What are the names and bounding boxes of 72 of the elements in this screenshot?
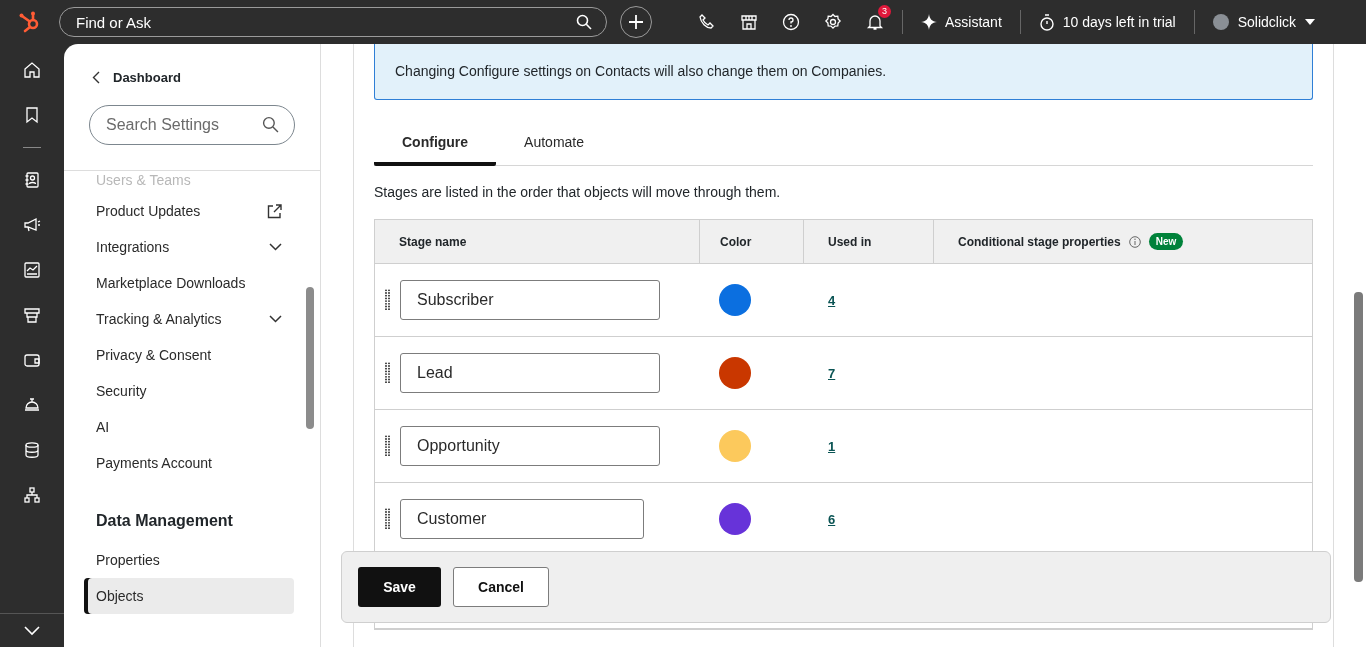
used-in-link[interactable]: 7 [828, 365, 836, 381]
drag-handle-icon[interactable] [385, 435, 390, 457]
store-icon[interactable] [740, 13, 758, 31]
new-badge: New [1148, 233, 1184, 250]
phone-icon[interactable] [698, 13, 716, 31]
chevron-down-icon [269, 315, 282, 323]
report-icon[interactable] [23, 261, 41, 279]
used-in-link[interactable]: 4 [828, 292, 836, 308]
color-swatch[interactable] [719, 357, 751, 389]
sidebar-item[interactable]: Objects [84, 578, 294, 614]
description-text: Stages are listed in the order that objects will move through them. [374, 184, 782, 200]
cancel-button[interactable]: Cancel [453, 567, 549, 607]
stage-name-field[interactable]: Opportunity [400, 426, 660, 466]
drag-handle-icon[interactable] [385, 508, 390, 530]
color-swatch[interactable] [719, 430, 751, 462]
drag-handle-icon[interactable] [385, 289, 390, 311]
contacts-icon[interactable] [23, 171, 41, 189]
save-button[interactable]: Save [358, 567, 441, 607]
chevron-down-icon [269, 243, 282, 251]
plus-icon [628, 14, 644, 30]
database-icon[interactable] [23, 441, 41, 459]
caret-icon [1305, 19, 1315, 25]
notification-count: 3 [878, 5, 891, 18]
stopwatch-icon [1038, 13, 1055, 31]
sidebar-item[interactable]: Integrations [84, 229, 294, 265]
column-header: Stage name [375, 220, 700, 263]
search-field[interactable]: Find or Ask [59, 7, 607, 37]
search-icon [262, 116, 279, 133]
sidebar-item[interactable]: Properties [84, 542, 294, 578]
chevron-down-icon [24, 625, 40, 636]
service-bell-icon[interactable] [23, 396, 41, 414]
section-heading: Data Management [95, 511, 234, 531]
color-swatch[interactable] [719, 503, 751, 535]
stage-name-field[interactable]: Customer [400, 499, 644, 539]
home-icon[interactable] [23, 61, 41, 79]
column-header: Used in [804, 220, 934, 263]
account-menu[interactable]: Solidclick [1212, 14, 1315, 30]
settings-icon[interactable] [824, 13, 842, 31]
tab[interactable]: Automate [496, 121, 613, 166]
sidebar-item[interactable]: Marketplace Downloads [84, 265, 294, 301]
drag-handle-icon[interactable] [385, 362, 390, 384]
sidebar-item[interactable]: Tracking & Analytics [84, 301, 294, 337]
bookmark-icon[interactable] [23, 106, 41, 124]
help-icon[interactable] [782, 13, 800, 31]
sidebar-item[interactable]: Payments Account [84, 445, 294, 481]
sidebar-item[interactable]: AI [84, 409, 294, 445]
assistant-button[interactable]: Assistant [921, 14, 1002, 30]
notifications-icon[interactable] [866, 13, 884, 31]
search-field[interactable]: Search Settings [89, 105, 295, 145]
back-link[interactable]: Dashboard [89, 70, 295, 85]
column-title: Conditional stage properties [958, 234, 1121, 249]
store-icon[interactable] [23, 306, 41, 324]
external-link-icon [267, 203, 282, 219]
color-swatch[interactable] [719, 284, 751, 316]
chevron-left-icon [92, 71, 100, 84]
search-icon [576, 14, 592, 30]
tab[interactable]: Configure [374, 121, 497, 166]
megaphone-icon[interactable] [23, 216, 41, 234]
sidebar-item[interactable]: Privacy & Consent [84, 337, 294, 373]
sidebar-item[interactable]: Product Updates [84, 193, 294, 229]
stage-name-field[interactable]: Subscriber [400, 280, 660, 320]
wallet-icon[interactable] [23, 351, 41, 369]
banner-text: Changing Configure settings on Contacts will also change them on Companies. [395, 63, 887, 79]
stage-name-field[interactable]: Lead [400, 353, 660, 393]
used-in-link[interactable]: 6 [828, 511, 836, 527]
trial-button[interactable]: 10 days left in trial [1038, 13, 1176, 31]
info-icon [1128, 235, 1141, 248]
used-in-link[interactable]: 1 [828, 438, 836, 454]
sidebar-item[interactable]: Security [84, 373, 294, 409]
column-header: Color [700, 220, 804, 263]
sparkle-icon [921, 14, 937, 30]
hierarchy-icon[interactable] [23, 486, 41, 504]
